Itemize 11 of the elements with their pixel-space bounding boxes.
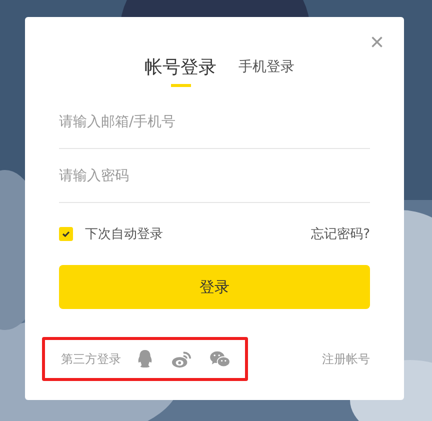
forgot-password-link[interactable]: 忘记密码? — [311, 225, 370, 243]
checkbox[interactable] — [59, 227, 73, 241]
tab[interactable]: 帐号登录 — [144, 55, 216, 87]
checkbox-label[interactable]: 下次自动登录 — [85, 225, 163, 243]
login-button[interactable]: 登录 — [59, 265, 370, 309]
weibo-icon[interactable] — [171, 350, 192, 368]
third-party-label: 第三方登录 — [61, 350, 121, 368]
check-icon — [61, 229, 71, 239]
tab[interactable]: 手机登录 — [238, 55, 294, 87]
penguin-icon[interactable] — [136, 349, 154, 369]
chat-bubbles-icon[interactable] — [209, 350, 231, 368]
